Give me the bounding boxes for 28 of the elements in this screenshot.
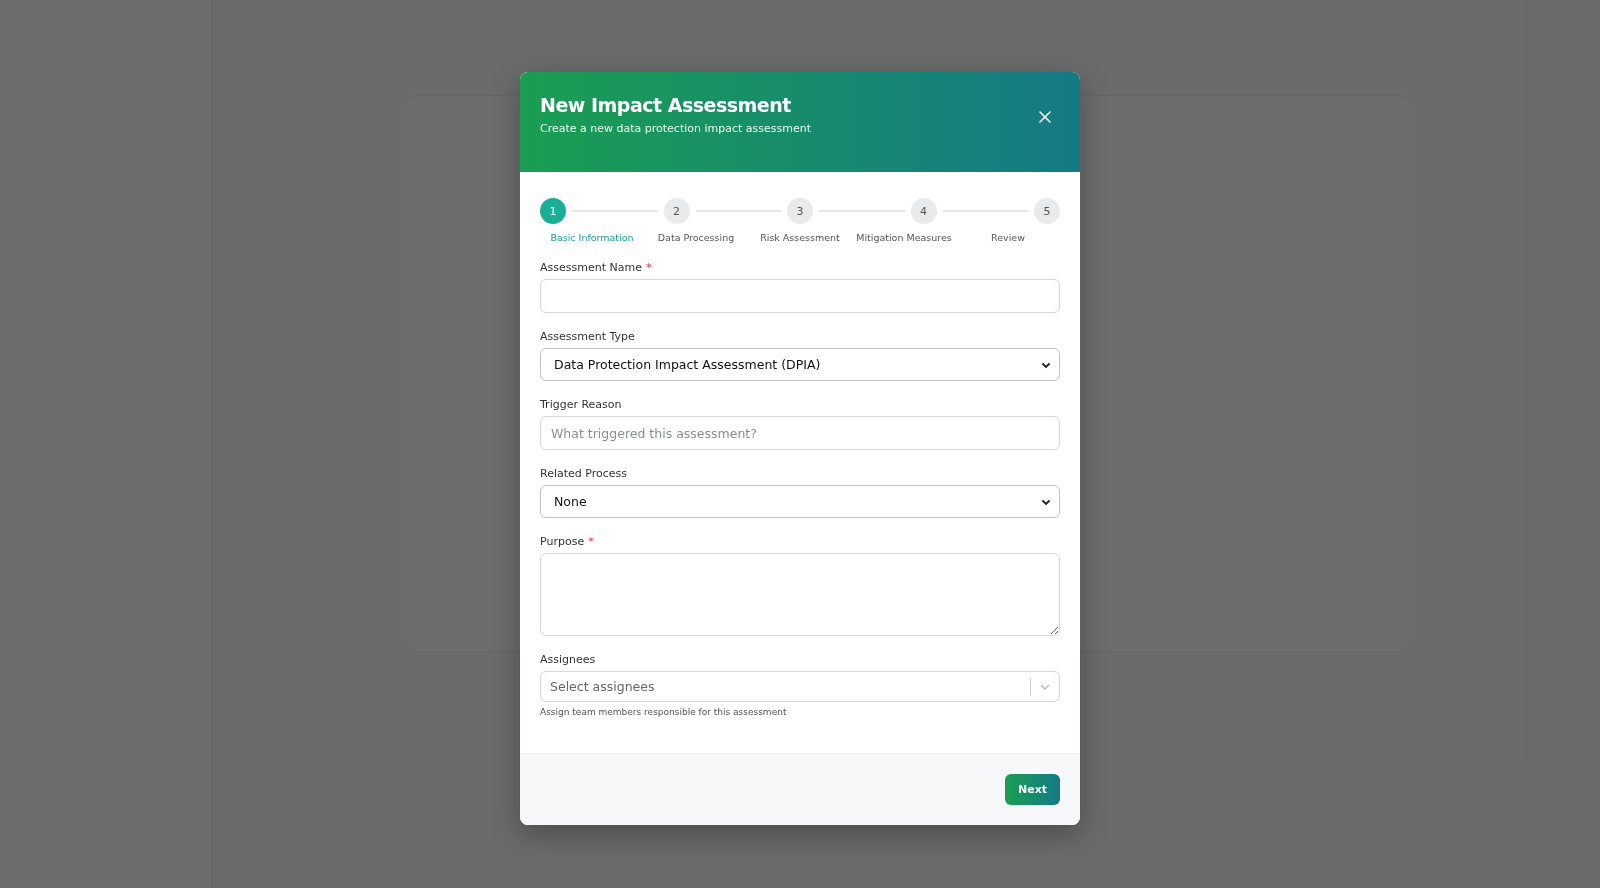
- text-input[interactable]: [540, 279, 1060, 313]
- helper-text: Assign team members responsible for this assessment: [540, 707, 788, 717]
- required-mark: *: [588, 535, 594, 548]
- text-input[interactable]: What triggered this assessment?: [540, 416, 1060, 450]
- field-label: Trigger Reason: [540, 398, 622, 411]
- step-label: Data Processing: [657, 232, 735, 243]
- textarea-field[interactable]: [540, 553, 1060, 636]
- select-field[interactable]: Data Protection Impact Assessment (DPIA): [540, 348, 1060, 381]
- dialog-subtitle: Create a new data protection impact assessment: [540, 122, 812, 135]
- close-icon: [1038, 110, 1052, 124]
- step-label: Basic Information: [550, 232, 634, 243]
- field-label: Assessment Name: [540, 261, 642, 274]
- step-label: Review: [991, 232, 1025, 243]
- multiselect-field[interactable]: Select assignees: [540, 671, 1060, 702]
- field-label: Related Process: [540, 467, 627, 480]
- step-number[interactable]: 2: [663, 198, 690, 224]
- dialog-title: New Impact Assessment: [540, 94, 792, 116]
- required-mark: *: [645, 261, 652, 274]
- step-label: Mitigation Measures: [856, 232, 952, 243]
- step-number[interactable]: 4: [910, 198, 937, 224]
- step-number[interactable]: 5: [1034, 198, 1060, 224]
- select-field[interactable]: None: [540, 485, 1060, 518]
- field-label: Assessment Type: [540, 330, 635, 343]
- step-number[interactable]: 3: [787, 198, 813, 224]
- next-button[interactable]: Next: [1004, 774, 1060, 805]
- field-label: Purpose: [540, 535, 585, 548]
- field-label: Assignees: [540, 653, 596, 666]
- step-label: Risk Assessment: [760, 232, 840, 243]
